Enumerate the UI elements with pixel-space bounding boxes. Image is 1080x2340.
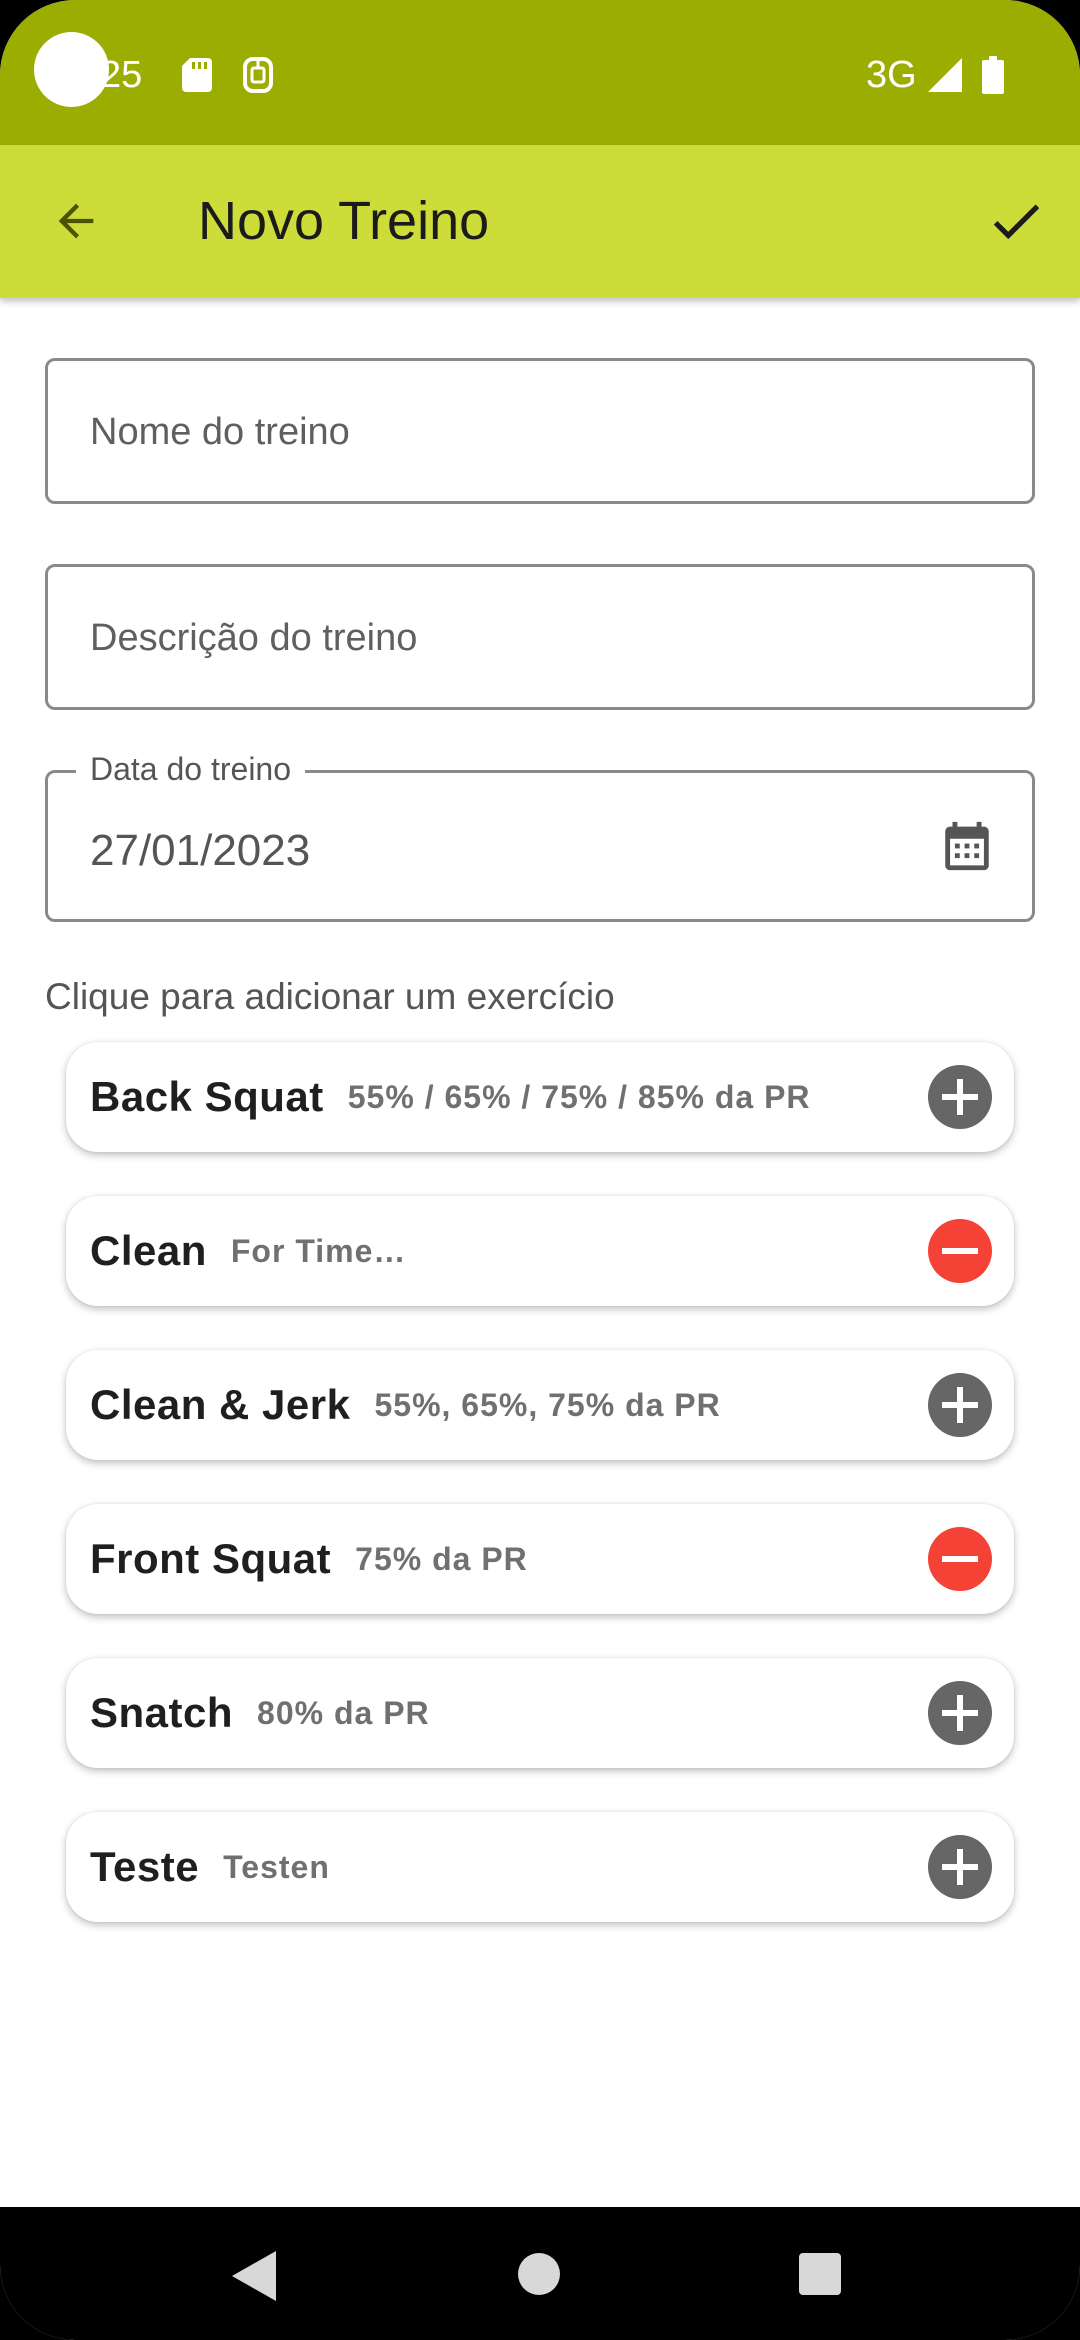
workout-description-field[interactable]: Descrição do treino [45, 564, 1035, 710]
exercise-name: Snatch [90, 1689, 234, 1736]
exercise-name: Clean [90, 1227, 207, 1274]
exercise-list: Back Squat 55% / 65% / 75% / 85% da PR C… [66, 1042, 1014, 1966]
app-bar: Novo Treino [0, 145, 1080, 298]
add-circle-icon[interactable] [928, 1835, 992, 1899]
save-button[interactable] [974, 179, 1058, 263]
system-navigation-bar [0, 2207, 1080, 2340]
arrow-back-icon [58, 203, 94, 239]
workout-date-label: Data do treino [76, 749, 306, 789]
nav-back-icon[interactable] [232, 2251, 276, 2301]
remove-circle-icon[interactable] [928, 1219, 992, 1283]
exercise-description: 55% / 65% / 75% / 85% da PR [347, 1078, 811, 1115]
back-button[interactable] [36, 181, 116, 261]
exercise-card-clean-and-jerk[interactable]: Clean & Jerk 55%, 65%, 75% da PR [66, 1350, 1014, 1460]
workout-date-field[interactable]: Data do treino 27/01/2023 [45, 749, 1035, 922]
workout-name-placeholder: Nome do treino [90, 411, 350, 453]
exercise-card-front-squat[interactable]: Front Squat 75% da PR [66, 1504, 1014, 1614]
status-time: 25 [100, 54, 143, 96]
exercise-name: Back Squat [90, 1073, 324, 1120]
add-circle-icon[interactable] [928, 1373, 992, 1437]
workout-description-placeholder: Descrição do treino [90, 617, 418, 659]
sd-card-icon [182, 58, 212, 92]
exercise-card-back-squat[interactable]: Back Squat 55% / 65% / 75% / 85% da PR [66, 1042, 1014, 1152]
camera-cutout [34, 32, 109, 107]
add-exercise-hint: Clique para adicionar um exercício [45, 976, 615, 1017]
battery-icon [982, 56, 1004, 94]
signal-icon [928, 58, 962, 92]
phone-screen: 25 3G Novo Treino Nome do treino Descriç… [0, 0, 1080, 2340]
workout-date-value: 27/01/2023 [90, 826, 311, 875]
network-type: 3G [866, 54, 917, 96]
exercise-name: Clean & Jerk [90, 1381, 351, 1428]
add-circle-icon[interactable] [928, 1681, 992, 1745]
exercise-name: Teste [90, 1843, 200, 1890]
exercise-description: 75% da PR [355, 1540, 528, 1577]
exercise-description: Testen [223, 1848, 330, 1885]
exercise-name: Front Squat [90, 1535, 332, 1582]
sim-icon [243, 57, 273, 93]
status-bar: 25 3G [0, 0, 1080, 145]
exercise-card-snatch[interactable]: Snatch 80% da PR [66, 1658, 1014, 1768]
exercise-description: For Time… [230, 1232, 407, 1269]
exercise-card-teste[interactable]: Teste Testen [66, 1812, 1014, 1922]
add-circle-icon[interactable] [928, 1065, 992, 1129]
nav-home-icon[interactable] [518, 2253, 560, 2295]
check-icon [993, 204, 1040, 240]
calendar-icon[interactable] [938, 817, 996, 875]
exercise-description: 80% da PR [257, 1694, 430, 1731]
page-title: Novo Treino [198, 191, 490, 251]
nav-recents-icon[interactable] [799, 2253, 841, 2295]
exercise-description: 55%, 65%, 75% da PR [374, 1386, 721, 1423]
exercise-card-clean[interactable]: Clean For Time… [66, 1196, 1014, 1306]
workout-name-field[interactable]: Nome do treino [45, 358, 1035, 504]
remove-circle-icon[interactable] [928, 1527, 992, 1591]
